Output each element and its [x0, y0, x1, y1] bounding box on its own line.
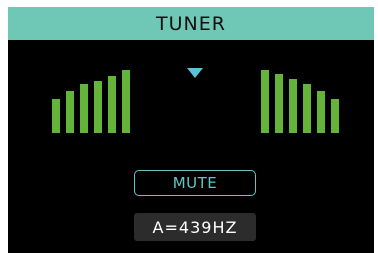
meter-bar-right-4 [303, 84, 311, 133]
reference-pitch-label: A=439HZ [152, 217, 238, 237]
tuner-screen: TUNER MUTE A=439HZ [8, 7, 374, 253]
meter-bar-left-2 [66, 91, 74, 133]
meter-bar-right-2 [275, 74, 283, 133]
meter-bar-left-3 [80, 84, 88, 133]
meter-bar-right-3 [289, 79, 297, 133]
meter-bar-left-6 [122, 70, 130, 133]
page-title: TUNER [156, 12, 226, 35]
reference-pitch-button[interactable]: A=439HZ [134, 213, 256, 241]
meter-bar-right-1 [261, 70, 269, 133]
meter-bar-left-1 [52, 99, 60, 133]
meter-bar-left-4 [94, 81, 102, 133]
meter-bar-right-6 [331, 99, 339, 133]
title-bar: TUNER [8, 7, 374, 40]
meter-bar-right-5 [317, 91, 325, 133]
mute-button-label: MUTE [172, 174, 218, 192]
meter-bar-left-5 [108, 76, 116, 133]
pitch-pointer-icon [187, 68, 203, 78]
mute-button[interactable]: MUTE [134, 170, 256, 196]
